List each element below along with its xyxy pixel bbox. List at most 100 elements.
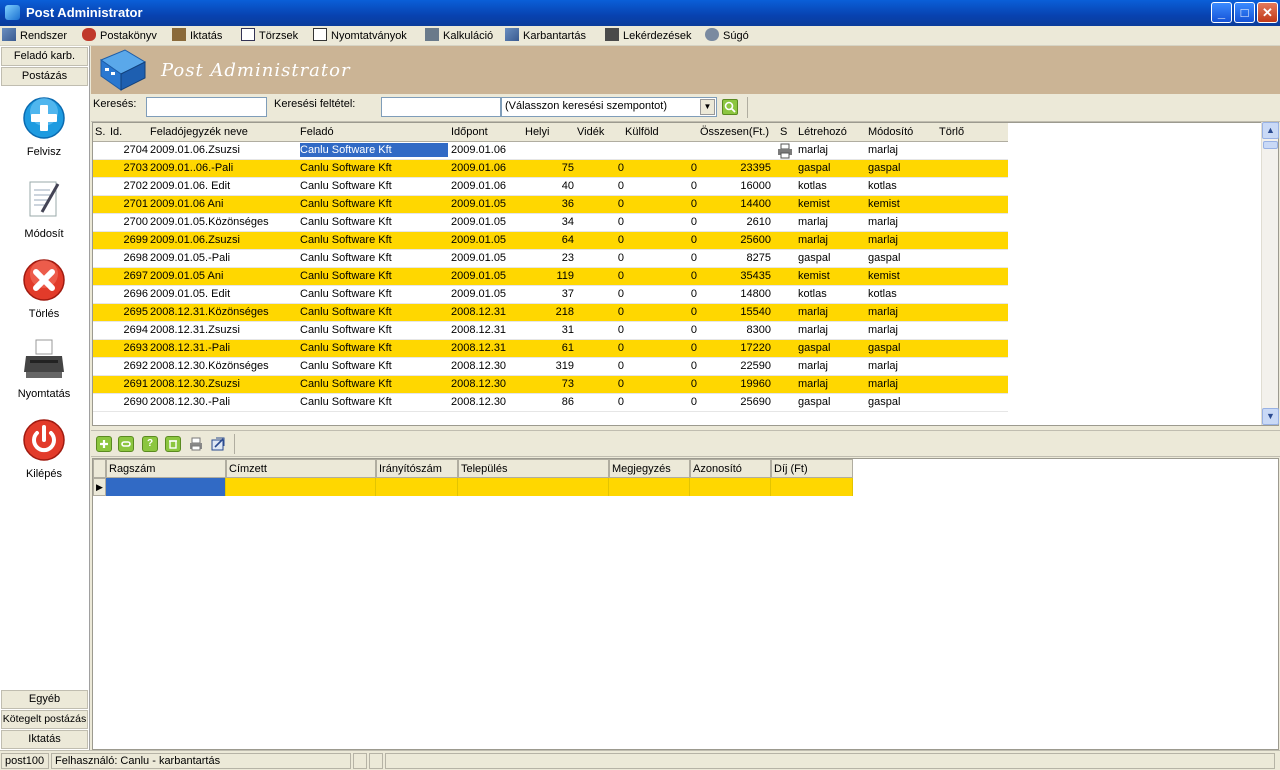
close-button[interactable]: ✕: [1257, 2, 1278, 23]
cell-ragszam[interactable]: [106, 478, 226, 496]
add-row-icon[interactable]: [96, 436, 112, 452]
table-row[interactable]: 2696 2009.01.05. Edit Canlu Software Kft 20…: [93, 286, 1008, 304]
cell-telepules[interactable]: [458, 478, 609, 496]
col-header-azonosito[interactable]: Azonosító: [690, 459, 771, 478]
chevron-down-icon[interactable]: ▼: [700, 99, 715, 115]
col-header-modifier[interactable]: Módosító: [868, 126, 913, 138]
table-row[interactable]: 2697 2009.01.05 Ani Canlu Software Kft 2009…: [93, 268, 1008, 286]
table-row[interactable]: 2699 2009.01.06.Zsuzsi Canlu Software Kft 2…: [93, 232, 1008, 250]
menu-postakonyv[interactable]: Postakönyv: [82, 28, 157, 44]
col-header-cimzett[interactable]: Címzett: [226, 459, 376, 478]
table-row[interactable]: 2695 2008.12.31.Közönséges Canlu Software …: [93, 304, 1008, 322]
cell-sender: Canlu Software Kft: [300, 396, 392, 408]
search-input[interactable]: [146, 97, 267, 117]
table-row[interactable]: 2700 2009.01.05.Közönséges Canlu Software …: [93, 214, 1008, 232]
print-row-icon[interactable]: [188, 436, 204, 452]
tab-iktatas[interactable]: Iktatás: [1, 730, 88, 749]
menu-lekerdezesek[interactable]: Lekérdezések: [605, 28, 692, 44]
help-row-icon[interactable]: ?: [142, 436, 158, 452]
table-row[interactable]: 2692 2008.12.30.Közönséges Canlu Software …: [93, 358, 1008, 376]
kilepes-button[interactable]: Kilépés: [0, 418, 88, 480]
cell-sender: Canlu Software Kft: [300, 143, 448, 157]
tab-kotegelt-postazas[interactable]: Kötegelt postázás: [1, 710, 88, 729]
col-header-name[interactable]: Feladójegyzék neve: [150, 126, 248, 138]
menu-nyomtatvanyok[interactable]: Nyomtatványok: [313, 28, 407, 44]
tab-postazas[interactable]: Postázás: [1, 67, 88, 86]
cell-region: 0: [617, 324, 624, 336]
cell-sender: Canlu Software Kft: [300, 324, 392, 336]
col-header-total[interactable]: Összesen(Ft.): [700, 126, 769, 138]
menu-iktatas[interactable]: Iktatás: [172, 28, 222, 44]
export-icon[interactable]: [210, 436, 226, 452]
col-header-s[interactable]: S.: [95, 126, 105, 138]
cell-dij[interactable]: [771, 478, 853, 496]
search-go-icon[interactable]: [722, 99, 738, 115]
torles-button[interactable]: Törlés: [0, 258, 88, 320]
cell-name: 2008.12.30.-Pali: [150, 396, 231, 408]
col-header-abroad[interactable]: Külföld: [625, 126, 659, 138]
grid-header: S. Id. Feladójegyzék neve Feladó Időpont…: [93, 123, 1008, 142]
col-header-region[interactable]: Vidék: [577, 126, 604, 138]
col-header-sender[interactable]: Feladó: [300, 126, 334, 138]
table-row[interactable]: 2690 2008.12.30.-Pali Canlu Software Kft 20…: [93, 394, 1008, 412]
cell-modifier: marlaj: [868, 216, 898, 228]
cell-id: 2703: [123, 162, 148, 174]
col-header-megjegyzes[interactable]: Megjegyzés: [609, 459, 690, 478]
table-row[interactable]: 2703 2009.01..06.-Pali Canlu Software Kft 2…: [93, 160, 1008, 178]
cell-sender: Canlu Software Kft: [300, 378, 392, 390]
scroll-thumb[interactable]: [1263, 141, 1278, 149]
cell-creator: marlaj: [798, 216, 828, 228]
scroll-down-icon[interactable]: ▼: [1262, 408, 1279, 425]
cell-name: 2009.01.05.-Pali: [150, 252, 231, 264]
table-row[interactable]: 2698 2009.01.05.-Pali Canlu Software Kft 20…: [93, 250, 1008, 268]
nyomtatas-button[interactable]: Nyomtatás: [0, 338, 88, 400]
cell-azonosito[interactable]: [690, 478, 771, 496]
modosit-button[interactable]: Módosít: [0, 178, 88, 240]
cell-id: 2698: [123, 252, 148, 264]
maximize-button[interactable]: □: [1234, 2, 1255, 23]
table-row[interactable]: 2702 2009.01.06. Edit Canlu Software Kft 20…: [93, 178, 1008, 196]
col-header-local[interactable]: Helyi: [525, 126, 549, 138]
delete-row-icon[interactable]: [165, 436, 181, 452]
table-row[interactable]: 2693 2008.12.31.-Pali Canlu Software Kft 20…: [93, 340, 1008, 358]
col-header-deleter[interactable]: Törlő: [939, 126, 964, 138]
menu-kalkulacio[interactable]: Kalkuláció: [425, 28, 493, 44]
edit-row-icon[interactable]: [118, 436, 134, 452]
col-header-status[interactable]: S: [780, 126, 787, 138]
cell-local: 34: [561, 216, 574, 228]
col-header-date[interactable]: Időpont: [451, 126, 488, 138]
cell-total: 8300: [746, 324, 771, 336]
cell-cimzett[interactable]: [226, 478, 376, 496]
col-header-telepules[interactable]: Település: [458, 459, 609, 478]
tab-felado-karb[interactable]: Feladó karb.: [1, 47, 88, 66]
minimize-button[interactable]: _: [1211, 2, 1232, 23]
menu-rendszer[interactable]: Rendszer: [2, 28, 67, 44]
toolbar-divider: [234, 434, 235, 454]
tab-egyeb[interactable]: Egyéb: [1, 690, 88, 709]
col-header-ragszam[interactable]: Ragszám: [106, 459, 226, 478]
col-header-dij[interactable]: Díj (Ft): [771, 459, 853, 478]
cell-id: 2695: [123, 306, 148, 318]
cell-creator: marlaj: [798, 144, 828, 156]
table-row[interactable]: 2694 2008.12.31.Zsuzsi Canlu Software Kft 2…: [93, 322, 1008, 340]
table-row[interactable]: 2704 2009.01.06.Zsuzsi Canlu Software Kft 2…: [93, 142, 1008, 160]
criteria-input[interactable]: [381, 97, 501, 117]
scroll-up-icon[interactable]: ▲: [1262, 122, 1279, 139]
cell-abroad: 0: [690, 252, 697, 264]
col-header-id[interactable]: Id.: [110, 126, 122, 138]
menu-sugo[interactable]: Súgó: [705, 28, 749, 44]
criteria-select[interactable]: (Válasszon keresési szempontot) ▼: [501, 97, 717, 117]
cell-megjegyzes[interactable]: [609, 478, 690, 496]
col-header-iranyitoszam[interactable]: Irányítószám: [376, 459, 458, 478]
cell-iranyitoszam[interactable]: [376, 478, 458, 496]
grid-scrollbar[interactable]: ▲ ▼: [1261, 122, 1279, 425]
col-header-creator[interactable]: Létrehozó: [798, 126, 847, 138]
menu-torzsek[interactable]: Törzsek: [241, 28, 298, 44]
table-row[interactable]: 2691 2008.12.30.Zsuzsi Canlu Software Kft 2…: [93, 376, 1008, 394]
felvisz-button[interactable]: Felvisz: [0, 96, 88, 158]
cell-total: 17220: [740, 342, 771, 354]
table-row[interactable]: 2701 2009.01.06 Ani Canlu Software Kft 2009…: [93, 196, 1008, 214]
cell-total: 23395: [740, 162, 771, 174]
menu-karbantartas[interactable]: Karbantartás: [505, 28, 586, 44]
cell-date: 2008.12.31: [451, 306, 507, 318]
